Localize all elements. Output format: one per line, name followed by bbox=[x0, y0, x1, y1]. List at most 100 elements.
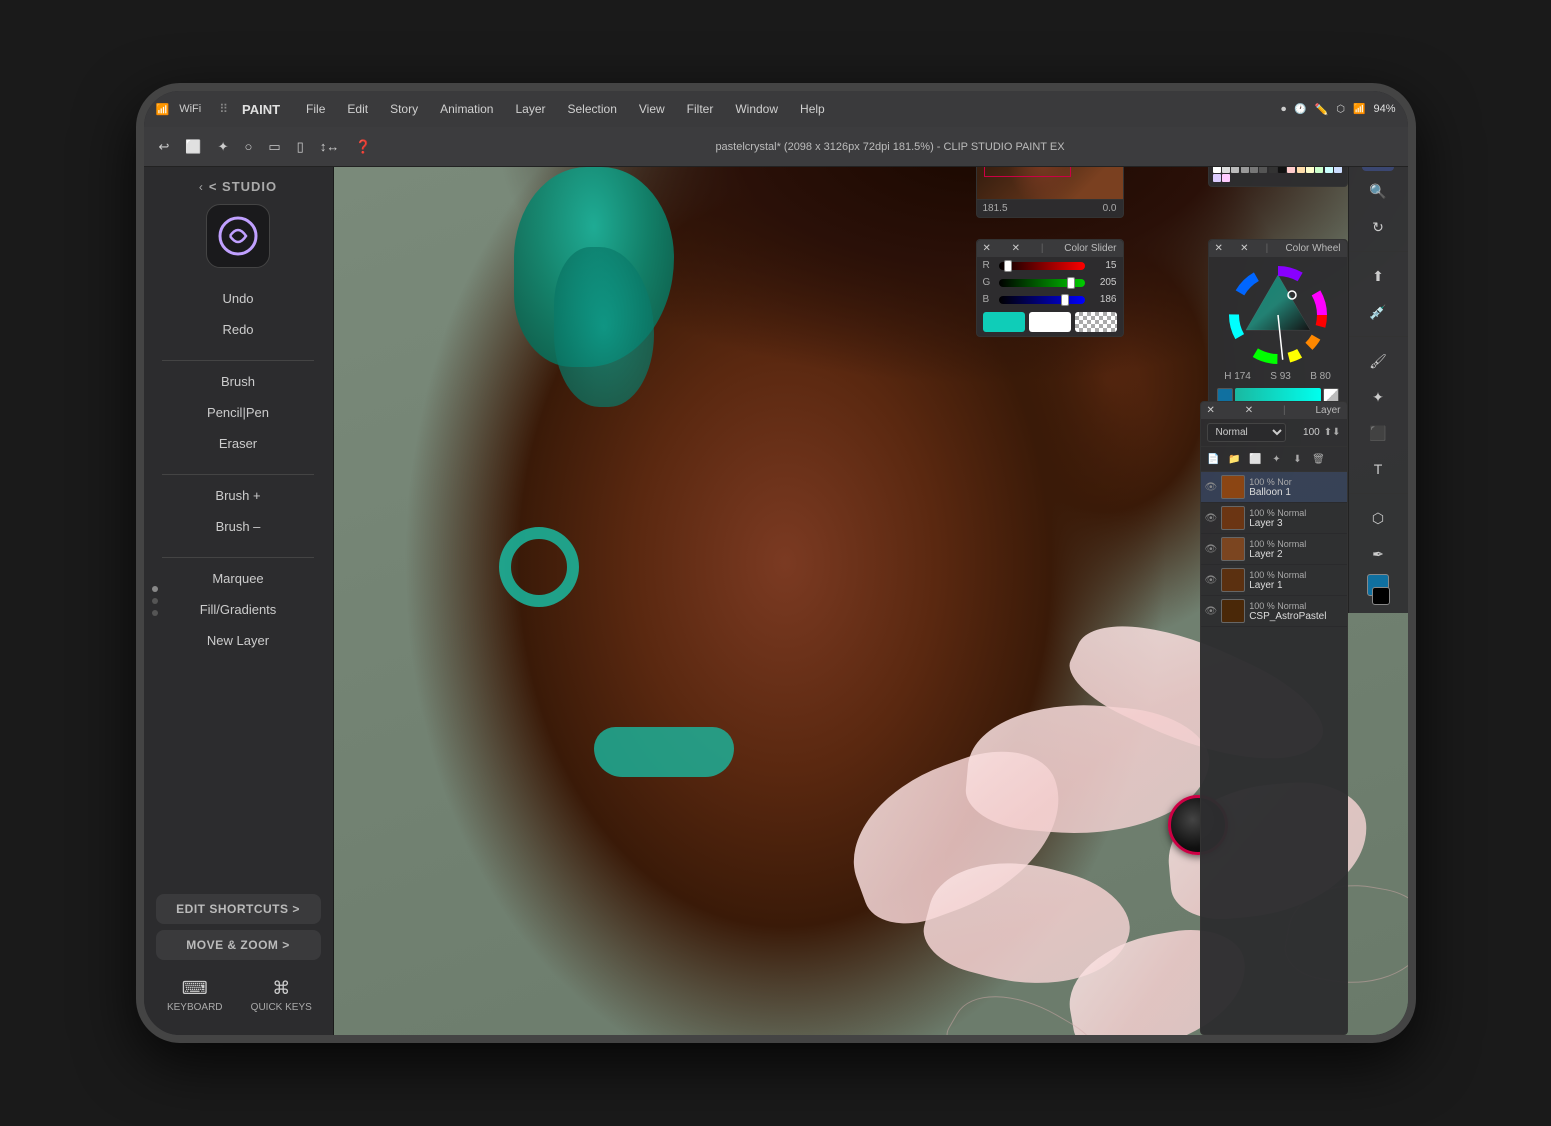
cw-sep: | bbox=[1266, 243, 1269, 254]
cw-pin-icon[interactable]: ✕ bbox=[1240, 243, 1248, 254]
layer-row-balloon1[interactable]: 👁 100 % Nor Balloon 1 bbox=[1201, 472, 1347, 503]
tool-cursor-icon[interactable]: ⬆ bbox=[1362, 260, 1394, 292]
layer-eye-layer3[interactable]: 👁 bbox=[1205, 513, 1218, 524]
tool-panel: ✕ □ ✋ 🔍 ↻ ⬆ 💉 🖌 ✦ ⬛ T ⬡ ✒ bbox=[1348, 91, 1408, 613]
brush-minus-button[interactable]: Brush – bbox=[156, 512, 321, 541]
tool-pen-icon[interactable]: ✒ bbox=[1362, 538, 1394, 570]
menu-story[interactable]: Story bbox=[382, 100, 426, 118]
transform-icon[interactable]: ✦ bbox=[213, 135, 234, 159]
g-slider-thumb[interactable] bbox=[1067, 277, 1075, 289]
eraser-button[interactable]: Eraser bbox=[156, 429, 321, 458]
new-layer-button[interactable]: New Layer bbox=[156, 626, 321, 655]
divider-1 bbox=[162, 360, 313, 361]
tool-text-icon[interactable]: T bbox=[1362, 453, 1394, 485]
layer-row-csp[interactable]: 👁 100 % Normal CSP_AstroPastel bbox=[1201, 596, 1347, 627]
layer-new-icon[interactable]: 📄 bbox=[1205, 450, 1223, 468]
blend-mode-select[interactable]: Normal bbox=[1207, 423, 1286, 442]
r-slider-thumb[interactable] bbox=[1004, 260, 1012, 272]
color-preview-teal[interactable] bbox=[983, 312, 1025, 332]
quick-keys-label: QUICK KEYS bbox=[251, 1002, 312, 1013]
layer-folder-icon[interactable]: 📁 bbox=[1226, 450, 1244, 468]
edit-shortcuts-button[interactable]: EDIT SHORTCUTS > bbox=[156, 894, 321, 924]
app-logo-svg bbox=[216, 214, 260, 258]
move-zoom-button[interactable]: MOVE & ZOOM > bbox=[156, 930, 321, 960]
menu-file[interactable]: File bbox=[298, 100, 333, 118]
layer-mask-icon[interactable]: ⬜ bbox=[1247, 450, 1265, 468]
select-rect-icon[interactable]: ⬜ bbox=[180, 135, 206, 159]
tool-selection-icon[interactable]: ⬡ bbox=[1362, 502, 1394, 534]
color-swatch[interactable] bbox=[1222, 174, 1230, 182]
tool-divider3 bbox=[1349, 493, 1408, 494]
layer-merge-icon[interactable]: ⬇ bbox=[1289, 450, 1307, 468]
nav-zoom-value: 181.5 bbox=[983, 203, 1008, 214]
layer-opacity-spinner[interactable]: ⬆⬇ bbox=[1324, 427, 1341, 438]
help-circle-icon[interactable]: ❓ bbox=[350, 135, 376, 159]
toolbar: ↩ ⬜ ✦ ○ ▭ ▯ ↕↔ ❓ pastelcrystal* (2098 x … bbox=[144, 127, 1408, 167]
tool-zoom-icon[interactable]: 🔍 bbox=[1362, 175, 1394, 207]
chevron-left-icon: ‹ bbox=[199, 180, 203, 194]
tool-color-area bbox=[1366, 574, 1390, 605]
fill-gradients-button[interactable]: Fill/Gradients bbox=[156, 595, 321, 624]
g-slider-track[interactable] bbox=[999, 279, 1085, 287]
marquee-button[interactable]: Marquee bbox=[156, 564, 321, 593]
color-swatch[interactable] bbox=[1213, 174, 1221, 182]
b-slider-track[interactable] bbox=[999, 296, 1085, 304]
menu-selection[interactable]: Selection bbox=[560, 100, 625, 118]
layer-info-layer1: 100 % Normal Layer 1 bbox=[1249, 570, 1342, 591]
cs-pin-icon[interactable]: ✕ bbox=[1012, 243, 1020, 254]
undo-button[interactable]: Undo bbox=[156, 284, 321, 313]
menu-window[interactable]: Window bbox=[727, 100, 786, 118]
time-icon: 🕐 bbox=[1294, 104, 1306, 115]
menu-layer[interactable]: Layer bbox=[507, 100, 553, 118]
layer-eye-layer2[interactable]: 👁 bbox=[1205, 544, 1218, 555]
menu-view[interactable]: View bbox=[631, 100, 673, 118]
layer-eye-csp[interactable]: 👁 bbox=[1205, 606, 1218, 617]
layer-pin-icon[interactable]: ✕ bbox=[1245, 405, 1253, 416]
select2-icon[interactable]: ▭ bbox=[263, 135, 285, 159]
layer-delete-icon[interactable]: 🗑 bbox=[1310, 450, 1328, 468]
layer-close-icon[interactable]: ✕ bbox=[1207, 405, 1215, 416]
layer-effect-icon[interactable]: ✦ bbox=[1268, 450, 1286, 468]
layer-eye-balloon1[interactable]: 👁 bbox=[1205, 482, 1218, 493]
layer-thumb-layer3 bbox=[1221, 506, 1245, 530]
keyboard-button[interactable]: ⌨ KEYBOARD bbox=[156, 974, 235, 1017]
b-slider-thumb[interactable] bbox=[1061, 294, 1069, 306]
tool-airbrush-icon[interactable]: ✦ bbox=[1362, 381, 1394, 413]
redo-button[interactable]: Redo bbox=[156, 315, 321, 344]
layer-sep: | bbox=[1283, 405, 1286, 416]
lasso-icon[interactable]: ○ bbox=[240, 135, 258, 158]
r-slider-track[interactable] bbox=[999, 262, 1085, 270]
wifi-icon: 📶 bbox=[1353, 104, 1365, 115]
layer-row-layer2[interactable]: 👁 100 % Normal Layer 2 bbox=[1201, 534, 1347, 565]
layer-row-layer3[interactable]: 👁 100 % Normal Layer 3 bbox=[1201, 503, 1347, 534]
tool-fill-icon[interactable]: ⬛ bbox=[1362, 417, 1394, 449]
quick-keys-button[interactable]: ⌘ QUICK KEYS bbox=[242, 974, 321, 1017]
cw-close-icon[interactable]: ✕ bbox=[1215, 243, 1223, 254]
layer-eye-layer1[interactable]: 👁 bbox=[1205, 575, 1218, 586]
menubar-right: ⏺ 🕐 ✏️ ⬡ 📶 94% bbox=[1281, 103, 1395, 116]
menu-help[interactable]: Help bbox=[792, 100, 833, 118]
pencil-pen-button[interactable]: Pencil|Pen bbox=[156, 398, 321, 427]
tool-rotate-icon[interactable]: ↻ bbox=[1362, 211, 1394, 243]
cs-close-icon[interactable]: ✕ bbox=[983, 243, 991, 254]
move-icon[interactable]: ↕↔ bbox=[315, 135, 345, 158]
hue-value: H 174 bbox=[1224, 371, 1251, 382]
select3-icon[interactable]: ▯ bbox=[292, 135, 309, 159]
tool-eyedropper-icon[interactable]: 💉 bbox=[1362, 296, 1394, 328]
brush-button[interactable]: Brush bbox=[156, 367, 321, 396]
menu-animation[interactable]: Animation bbox=[432, 100, 501, 118]
back-icon[interactable]: ↩ bbox=[154, 135, 175, 159]
layer-panel-header: ✕ ✕ | Layer bbox=[1201, 402, 1347, 419]
g-label: G bbox=[983, 277, 995, 288]
color-preview-checker[interactable] bbox=[1075, 312, 1117, 332]
studio-toggle[interactable]: ‹ < STUDIO bbox=[199, 179, 277, 194]
layer-row-layer1[interactable]: 👁 100 % Normal Layer 1 bbox=[1201, 565, 1347, 596]
tool-brush-icon[interactable]: 🖌 bbox=[1362, 345, 1394, 377]
background-color[interactable] bbox=[1372, 587, 1390, 605]
pencil-status-icon: ✏️ bbox=[1315, 103, 1329, 116]
cs-sep: | bbox=[1041, 243, 1044, 254]
menu-filter[interactable]: Filter bbox=[679, 100, 722, 118]
brush-plus-button[interactable]: Brush + bbox=[156, 481, 321, 510]
menu-edit[interactable]: Edit bbox=[339, 100, 376, 118]
color-preview-white[interactable] bbox=[1029, 312, 1071, 332]
